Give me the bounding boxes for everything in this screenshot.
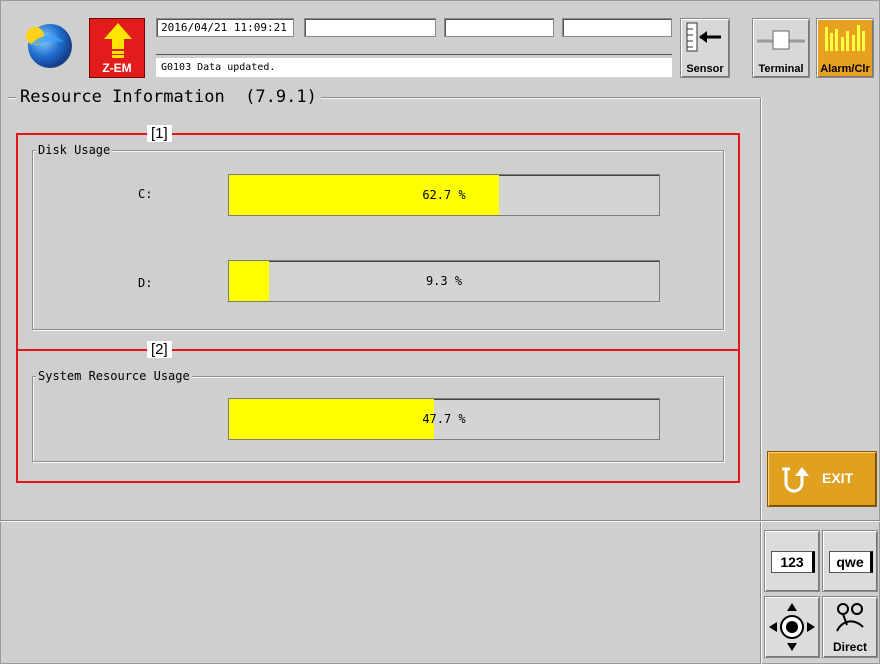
status-field-1 [304, 18, 436, 37]
page-title: Resource Information (7.9.1) [16, 86, 321, 108]
z-em-logo: Z-EM [89, 18, 145, 78]
alarm-clear-button-label: Alarm/Clr [820, 63, 870, 75]
exit-button[interactable]: EXIT [767, 451, 877, 507]
datetime-display: 2016/04/21 11:09:21 [156, 18, 294, 37]
cursor-pad-icon [769, 603, 815, 651]
numeric-keypad-button[interactable]: 123 [764, 530, 820, 592]
alpha-keypad-label: qwe [829, 551, 873, 573]
direct-icon [836, 603, 864, 632]
numeric-keypad-label: 123 [771, 551, 815, 573]
terminal-button[interactable]: Terminal [752, 18, 810, 78]
callout-tag-2: [2] [147, 341, 172, 358]
exit-icon [782, 467, 809, 493]
alarm-icon [825, 25, 865, 51]
status-field-2 [444, 18, 554, 37]
up-arrow-icon [104, 23, 132, 58]
direct-button[interactable]: Direct [822, 596, 878, 658]
sensor-icon [686, 22, 721, 52]
callout-box-1 [16, 133, 740, 351]
cursor-pad-button[interactable] [764, 596, 820, 658]
sensor-button[interactable]: Sensor [680, 18, 730, 78]
status-field-3 [562, 18, 672, 37]
bottom-right-divider [760, 522, 761, 664]
message-display: G0103 Data updated. [156, 58, 672, 77]
sensor-button-label: Sensor [686, 63, 724, 75]
terminal-button-label: Terminal [758, 63, 804, 75]
callout-box-2 [16, 349, 740, 483]
bottom-divider [0, 520, 880, 521]
alpha-keypad-button[interactable]: qwe [822, 530, 878, 592]
app-globe-icon[interactable] [24, 20, 74, 70]
direct-button-label: Direct [832, 640, 867, 654]
alarm-clear-button[interactable]: Alarm/Clr [816, 18, 874, 78]
right-panel-divider [760, 98, 761, 520]
exit-button-label: EXIT [822, 470, 854, 486]
z-em-label: Z-EM [102, 61, 132, 75]
callout-tag-1: [1] [147, 125, 172, 142]
header-divider [156, 54, 672, 55]
terminal-icon [757, 30, 805, 50]
